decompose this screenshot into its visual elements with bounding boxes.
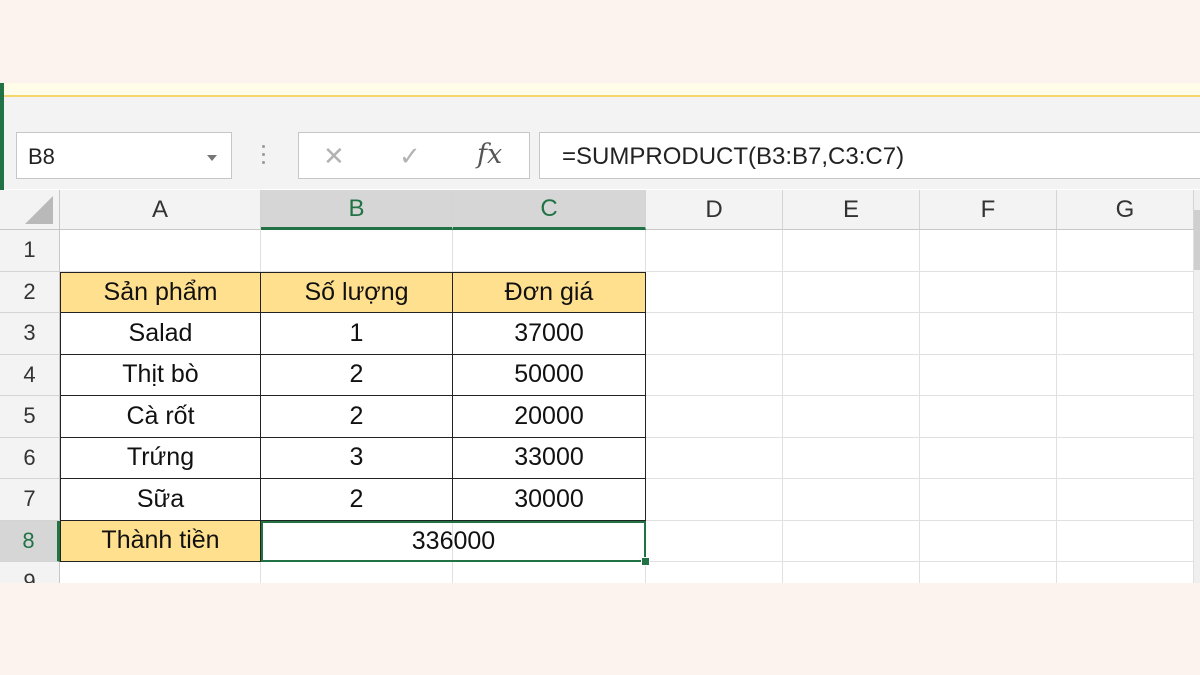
cell[interactable] [1057, 562, 1194, 583]
cell[interactable] [646, 313, 783, 355]
cell[interactable] [783, 562, 920, 583]
table-cell[interactable]: 2 [261, 396, 453, 438]
table-header-cell[interactable]: Đơn giá [453, 271, 646, 313]
cell[interactable] [261, 562, 453, 583]
row-header-8[interactable]: 8 [0, 520, 60, 562]
cell[interactable] [453, 230, 646, 272]
table-cell[interactable]: Sữa [60, 479, 261, 521]
cell[interactable] [1057, 437, 1194, 479]
row-header-2[interactable]: 2 [0, 271, 60, 313]
table-cell[interactable]: 37000 [453, 313, 646, 355]
table-cell[interactable]: 50000 [453, 354, 646, 396]
cell[interactable] [646, 437, 783, 479]
cell[interactable] [920, 271, 1057, 313]
cell[interactable] [646, 271, 783, 313]
cell[interactable] [783, 354, 920, 396]
cell[interactable] [1057, 271, 1194, 313]
row-header-1[interactable]: 1 [0, 230, 60, 272]
cell[interactable] [60, 562, 261, 583]
fill-handle[interactable] [641, 557, 650, 566]
cell[interactable] [920, 354, 1057, 396]
vertical-scrollbar[interactable] [1194, 190, 1200, 583]
table-cell[interactable]: Trứng [60, 437, 261, 479]
cell[interactable] [453, 562, 646, 583]
cell[interactable] [783, 437, 920, 479]
row-header-6[interactable]: 6 [0, 437, 60, 479]
table-cell[interactable]: 2 [261, 479, 453, 521]
table-cell[interactable]: 33000 [453, 437, 646, 479]
select-all-triangle-icon [25, 196, 53, 224]
cell[interactable] [1057, 354, 1194, 396]
cell[interactable] [783, 271, 920, 313]
table-header-cell[interactable]: Số lượng [261, 271, 453, 313]
table-header-cell[interactable]: Sản phẩm [60, 271, 261, 313]
cell[interactable] [920, 313, 1057, 355]
excel-screenshot: B8 ✕ ✓ fx =SUMPRODUCT(B3:B7,C3:C7) ABCDE… [0, 83, 1200, 583]
cell[interactable] [60, 230, 261, 272]
cell[interactable] [261, 230, 453, 272]
cell[interactable] [646, 230, 783, 272]
cell[interactable] [920, 479, 1057, 521]
column-header-d[interactable]: D [646, 190, 783, 230]
column-header-c[interactable]: C [453, 190, 646, 230]
column-header-f[interactable]: F [920, 190, 1057, 230]
column-header-e[interactable]: E [783, 190, 920, 230]
row-header-3[interactable]: 3 [0, 313, 60, 355]
cell[interactable] [783, 396, 920, 438]
cell[interactable] [920, 437, 1057, 479]
table-cell[interactable]: 3 [261, 437, 453, 479]
cell[interactable] [1057, 230, 1194, 272]
row-header-5[interactable]: 5 [0, 396, 60, 438]
table-cell[interactable]: Thịt bò [60, 354, 261, 396]
table-cell[interactable]: 1 [261, 313, 453, 355]
table-cell[interactable]: 30000 [453, 479, 646, 521]
table-cell[interactable]: Cà rốt [60, 396, 261, 438]
spreadsheet-grid[interactable]: A B C D E F G 1 2 3 4 5 6 7 8 9 Sản phẩm Số lượng Đơn giá S… [0, 83, 1200, 583]
cell[interactable] [646, 479, 783, 521]
cell[interactable] [1057, 520, 1194, 562]
table-cell[interactable]: 20000 [453, 396, 646, 438]
column-header-a[interactable]: A [60, 190, 261, 230]
cell[interactable] [1057, 313, 1194, 355]
cell[interactable] [1057, 479, 1194, 521]
cell[interactable] [783, 479, 920, 521]
cell[interactable] [1057, 396, 1194, 438]
row-header-4[interactable]: 4 [0, 354, 60, 396]
column-header-b[interactable]: B [261, 190, 453, 230]
total-value-cell[interactable]: 336000 [261, 520, 646, 562]
cell[interactable] [783, 313, 920, 355]
scrollbar-thumb[interactable] [1194, 210, 1200, 270]
cell[interactable] [920, 520, 1057, 562]
cell[interactable] [646, 396, 783, 438]
cell[interactable] [920, 562, 1057, 583]
table-cell[interactable]: 2 [261, 354, 453, 396]
cell[interactable] [646, 354, 783, 396]
select-all-corner[interactable] [0, 190, 60, 230]
column-header-g[interactable]: G [1057, 190, 1194, 230]
cell[interactable] [920, 396, 1057, 438]
row-header-9[interactable]: 9 [0, 562, 60, 583]
cell[interactable] [920, 230, 1057, 272]
cell[interactable] [646, 562, 783, 583]
total-label-cell[interactable]: Thành tiền [60, 520, 261, 562]
cell[interactable] [783, 520, 920, 562]
cell[interactable] [783, 230, 920, 272]
table-cell[interactable]: Salad [60, 313, 261, 355]
cell[interactable] [646, 520, 783, 562]
row-header-7[interactable]: 7 [0, 479, 60, 521]
